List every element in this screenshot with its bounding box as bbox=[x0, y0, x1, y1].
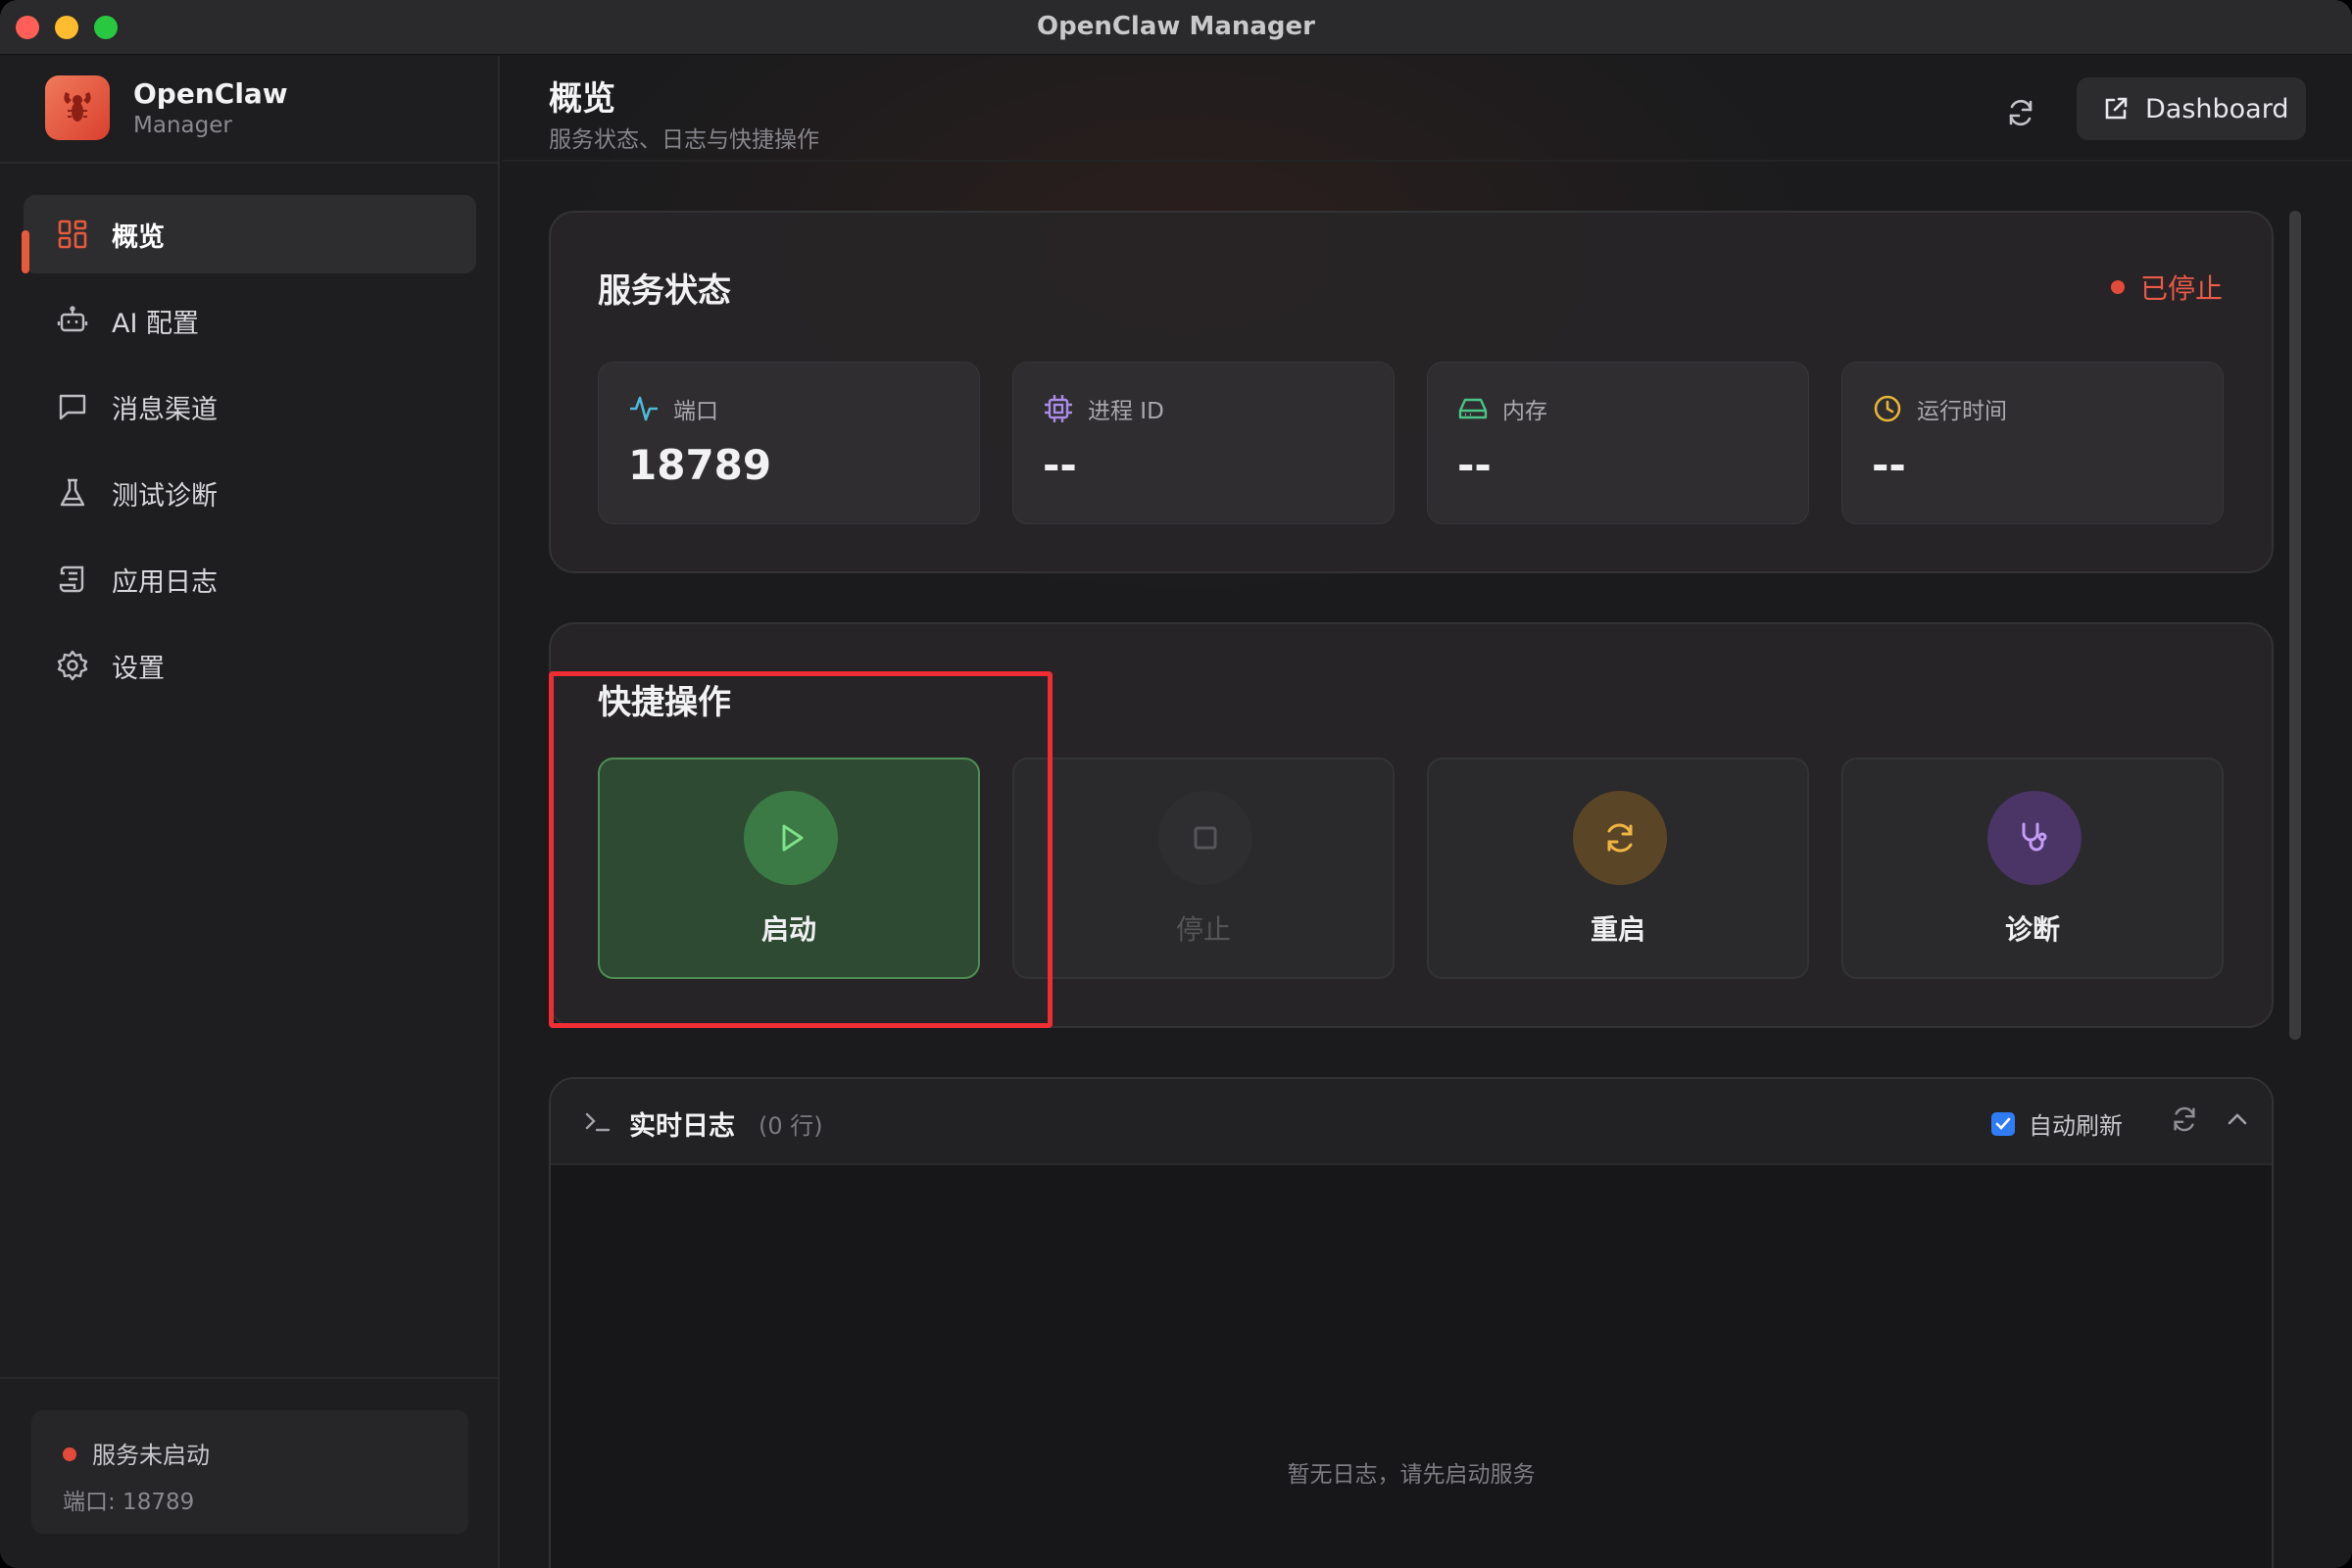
brand-name: OpenClaw bbox=[133, 77, 288, 110]
log-title: 实时日志 bbox=[629, 1111, 735, 1142]
clock-icon bbox=[1874, 395, 1901, 422]
service-status-card: 服务状态 已停止 端口 18789 进程 ID -- 内存 -- 运行时间 -- bbox=[549, 211, 2274, 573]
quick-actions-title: 快捷操作 bbox=[598, 683, 731, 722]
status-badge-text: 已停止 bbox=[2139, 272, 2223, 305]
sidebar-item-app-logs[interactable]: 应用日志 bbox=[24, 540, 476, 618]
stat-label: 内存 bbox=[1502, 399, 1547, 424]
page-subtitle: 服务状态、日志与快捷操作 bbox=[549, 127, 819, 153]
stop-icon bbox=[1158, 791, 1252, 885]
stat-uptime: 运行时间 -- bbox=[1841, 362, 2224, 524]
auto-refresh-checkbox[interactable] bbox=[1991, 1111, 2015, 1136]
sidebar-item-diagnostics[interactable]: 测试诊断 bbox=[24, 454, 476, 532]
cpu-icon bbox=[1045, 395, 1072, 422]
service-status-box: 服务未启动 端口: 18789 bbox=[31, 1410, 468, 1534]
refresh-icon bbox=[2009, 99, 2033, 126]
brand: OpenClaw Manager bbox=[45, 75, 476, 140]
sidebar-item-label: 测试诊断 bbox=[112, 480, 218, 512]
stat-label: 进程 ID bbox=[1088, 399, 1164, 424]
sidebar-item-label: 消息渠道 bbox=[112, 394, 218, 425]
realtime-log-card: 实时日志 (0 行) 自动刷新 暂无日志，请先启动服务 bbox=[549, 1077, 2274, 1568]
stat-value: -- bbox=[1043, 441, 1077, 489]
action-label: 诊断 bbox=[2004, 913, 2060, 946]
stat-value: 18789 bbox=[628, 441, 772, 489]
message-icon bbox=[55, 389, 90, 424]
title-bar: OpenClaw Manager bbox=[0, 0, 2352, 55]
sidebar-item-ai-config[interactable]: AI 配置 bbox=[24, 281, 476, 360]
page-title: 概览 bbox=[549, 79, 615, 119]
status-badge: 已停止 bbox=[2110, 268, 2223, 307]
divider bbox=[0, 162, 500, 164]
log-collapse-button[interactable] bbox=[2223, 1104, 2258, 1140]
log-empty-message: 暂无日志，请先启动服务 bbox=[1287, 1462, 1536, 1488]
stat-memory: 内存 -- bbox=[1427, 362, 1809, 524]
stat-value: -- bbox=[1872, 441, 1906, 489]
start-button[interactable]: 启动 bbox=[598, 758, 980, 979]
stop-button[interactable]: 停止 bbox=[1012, 758, 1395, 979]
stat-port: 端口 18789 bbox=[598, 362, 980, 524]
gear-icon bbox=[55, 648, 90, 683]
window-title: OpenClaw Manager bbox=[1036, 12, 1315, 41]
service-port-text: 端口: 18789 bbox=[63, 1490, 195, 1515]
action-label: 重启 bbox=[1590, 913, 1645, 946]
divider bbox=[0, 1377, 500, 1379]
status-dot bbox=[2110, 280, 2125, 294]
refresh-button[interactable] bbox=[2001, 93, 2040, 132]
auto-refresh-toggle[interactable]: 自动刷新 bbox=[1991, 1106, 2123, 1141]
brand-subtitle: Manager bbox=[133, 113, 232, 138]
restart-button[interactable]: 重启 bbox=[1427, 758, 1809, 979]
service-status-title: 服务状态 bbox=[598, 271, 731, 311]
app-window: OpenClaw Manager OpenClaw Manager 概览 AI … bbox=[0, 0, 2352, 1568]
drive-icon bbox=[1458, 398, 1488, 419]
robot-icon bbox=[55, 303, 90, 338]
sidebar: OpenClaw Manager 概览 AI 配置 消息渠道 测试诊断 应用日志… bbox=[0, 56, 500, 1568]
stat-value: -- bbox=[1457, 441, 1492, 489]
refresh-icon bbox=[2174, 1106, 2195, 1132]
sidebar-item-label: AI 配置 bbox=[112, 308, 200, 339]
log-refresh-button[interactable] bbox=[2170, 1104, 2205, 1140]
activity-icon bbox=[630, 396, 658, 421]
page-header: 概览 服务状态、日志与快捷操作 Dashboard bbox=[502, 56, 2352, 162]
dashboard-button[interactable]: Dashboard bbox=[2077, 77, 2306, 140]
diagnose-button[interactable]: 诊断 bbox=[1841, 758, 2224, 979]
stat-process-id: 进程 ID -- bbox=[1012, 362, 1395, 524]
log-count: (0 行) bbox=[759, 1112, 823, 1140]
check-icon bbox=[1995, 1117, 2011, 1130]
sidebar-item-overview[interactable]: 概览 bbox=[22, 195, 476, 273]
status-dot bbox=[63, 1447, 76, 1461]
action-label: 停止 bbox=[1175, 913, 1231, 946]
restart-icon bbox=[1573, 791, 1667, 885]
dashboard-button-label: Dashboard bbox=[2145, 93, 2289, 124]
stat-label: 运行时间 bbox=[1917, 399, 2007, 424]
chevron-up-icon bbox=[2228, 1113, 2247, 1125]
scrollbar[interactable] bbox=[2289, 211, 2301, 1040]
lobster-icon bbox=[45, 75, 110, 140]
sidebar-item-channels[interactable]: 消息渠道 bbox=[24, 368, 476, 446]
sidebar-item-settings[interactable]: 设置 bbox=[24, 626, 476, 705]
flask-icon bbox=[55, 475, 90, 511]
grid-icon bbox=[55, 217, 90, 252]
external-link-icon bbox=[2105, 97, 2128, 120]
sidebar-item-label: 设置 bbox=[112, 653, 165, 684]
quick-actions-card: 快捷操作 启动 停止 重启 诊断 bbox=[549, 622, 2274, 1028]
service-status-text: 服务未启动 bbox=[92, 1442, 210, 1469]
scroll-icon bbox=[55, 562, 90, 597]
main-content: 概览 服务状态、日志与快捷操作 Dashboard 服务状态 已停止 端口 18… bbox=[502, 56, 2352, 1568]
stethoscope-icon bbox=[1987, 791, 2082, 885]
stat-label: 端口 bbox=[673, 399, 718, 424]
play-icon bbox=[744, 791, 838, 885]
action-label: 启动 bbox=[760, 913, 816, 946]
sidebar-nav: 概览 AI 配置 消息渠道 测试诊断 应用日志 设置 bbox=[22, 195, 476, 712]
log-header: 实时日志 (0 行) 自动刷新 bbox=[551, 1079, 2272, 1165]
sidebar-item-label: 应用日志 bbox=[112, 566, 218, 598]
terminal-icon bbox=[585, 1112, 611, 1132]
auto-refresh-label: 自动刷新 bbox=[2029, 1112, 2123, 1140]
sidebar-item-label: 概览 bbox=[112, 221, 165, 253]
